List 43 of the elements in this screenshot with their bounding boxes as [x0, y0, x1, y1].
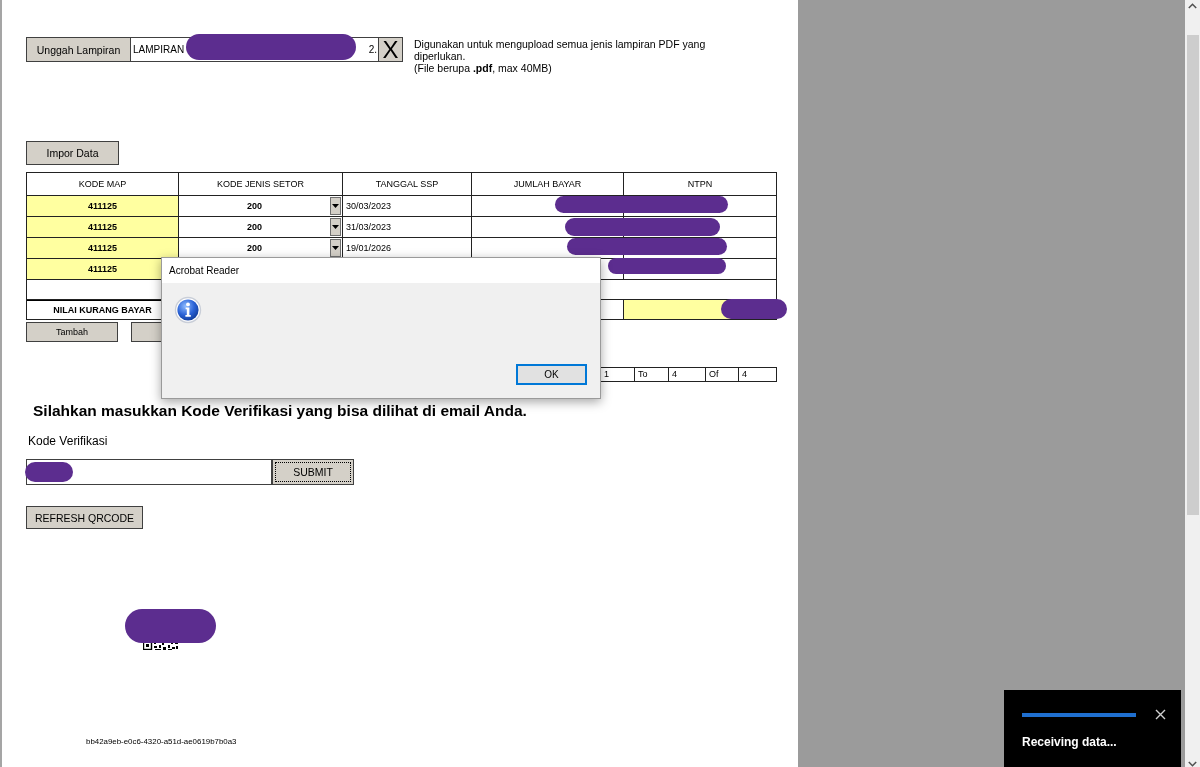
column-header: JUMLAH BAYAR: [472, 173, 624, 196]
pagination-cell: Of: [705, 367, 739, 382]
dropdown-button[interactable]: [330, 218, 341, 236]
scrollbar-thumb[interactable]: [1186, 35, 1199, 515]
clear-button[interactable]: X: [378, 37, 403, 62]
info-icon: [174, 296, 202, 324]
add-button[interactable]: Tambah: [26, 322, 118, 342]
pagination-cell: 4: [668, 367, 706, 382]
column-header: NTPN: [624, 173, 777, 196]
refresh-button[interactable]: REFRESH QRCODE: [26, 506, 143, 529]
table-cell: 19/01/2026: [343, 238, 472, 259]
chevron-up-icon[interactable]: [1188, 3, 1197, 9]
caret-icon: [332, 246, 339, 250]
dropdown-field[interactable]: 200: [179, 196, 343, 217]
verification-code-field[interactable]: [26, 459, 272, 485]
dropdown-field[interactable]: 200: [179, 217, 343, 238]
hint-text: (File berupa .pdf, max 40MB): [414, 62, 553, 74]
column-header: KODE MAP: [27, 173, 179, 196]
scrollbar-track[interactable]: [1185, 0, 1200, 767]
dropdown-button[interactable]: [330, 197, 341, 215]
upload-button[interactable]: Unggah Lampiran: [26, 37, 131, 62]
caret-icon: [332, 204, 339, 208]
chevron-down-icon[interactable]: [1188, 761, 1197, 767]
ok-button[interactable]: OK: [516, 364, 587, 385]
column-header: KODE JENIS SETOR: [179, 173, 343, 196]
pagination-cell: 4: [738, 367, 777, 382]
close-icon[interactable]: [1155, 709, 1166, 720]
caret-icon: [332, 225, 339, 229]
dropdown-button[interactable]: [330, 239, 341, 257]
instruction-heading: Silahkan masukkan Kode Verifikasi yang bisa dilihat di email Anda.: [33, 401, 528, 420]
table-cell: 411125: [27, 196, 179, 217]
table-cell: 30/03/2023: [343, 196, 472, 217]
table-cell: 411125: [27, 238, 179, 259]
status-text: Receiving data...: [1022, 735, 1118, 749]
submit-button[interactable]: SUBMIT: [272, 459, 354, 485]
pagination-cell: To: [634, 367, 669, 382]
field-label: Kode Verifikasi: [28, 434, 109, 449]
table-cell: 411125: [27, 217, 179, 238]
description-text: Digunakan untuk mengupload semua jenis lampiran PDF yang diperlukan.: [414, 38, 707, 62]
table-cell: 31/03/2023: [343, 217, 472, 238]
import-button[interactable]: Impor Data: [26, 141, 119, 165]
file-name-field[interactable]: LAMPIRAN 2.: [131, 37, 378, 62]
column-header: TANGGAL SSP: [343, 173, 472, 196]
